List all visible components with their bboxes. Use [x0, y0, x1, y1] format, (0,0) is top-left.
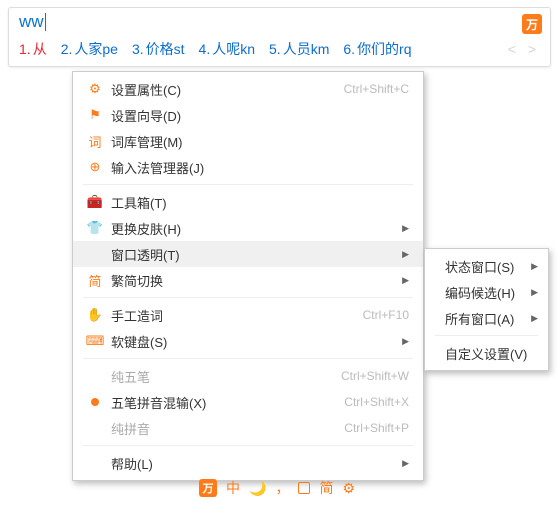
toolbar-settings-icon[interactable]: ⚙: [342, 480, 355, 497]
submenu-arrow-icon: [531, 312, 538, 324]
menu-set-attributes[interactable]: ⚙ 设置属性(C) Ctrl+Shift+C: [73, 76, 423, 102]
ime-bar: ww 万 1.从 2.人家pe 3.价格st 4.人呢kn 5.人员km 6.你…: [8, 7, 551, 67]
globe-icon: ⊕: [85, 159, 105, 175]
menu-ime-manager[interactable]: ⊕ 输入法管理器(J): [73, 154, 423, 180]
context-menu: ⚙ 设置属性(C) Ctrl+Shift+C ⚑ 设置向导(D) 词 词库管理(…: [72, 71, 424, 481]
ime-logo-icon: 万: [522, 14, 542, 34]
toolbar-square-icon[interactable]: [298, 482, 310, 494]
submenu-status-window[interactable]: 状态窗口(S): [425, 253, 548, 279]
submenu-all-windows[interactable]: 所有窗口(A): [425, 305, 548, 331]
menu-wubi-pinyin-mix[interactable]: 五笔拼音混输(X) Ctrl+Shift+X: [73, 389, 423, 415]
separator: [83, 297, 413, 298]
jian-icon: 简: [85, 271, 105, 290]
keyboard-icon: ⌨: [85, 333, 105, 349]
menu-soft-keyboard[interactable]: ⌨ 软键盘(S): [73, 328, 423, 354]
toolbar-moon-icon[interactable]: 🌙: [249, 480, 266, 497]
gear-icon: ⚙: [85, 81, 105, 97]
menu-dictionary[interactable]: 词 词库管理(M): [73, 128, 423, 154]
candidate-pager[interactable]: < >: [508, 41, 540, 57]
menu-pure-pinyin[interactable]: 纯拼音 Ctrl+Shift+P: [73, 415, 423, 441]
transparency-submenu: 状态窗口(S) 编码候选(H) 所有窗口(A) 自定义设置(V): [424, 248, 549, 371]
separator: [435, 335, 538, 336]
separator: [83, 445, 413, 446]
submenu-arrow-icon: [402, 274, 409, 286]
separator: [83, 358, 413, 359]
submenu-coded-candidates[interactable]: 编码候选(H): [425, 279, 548, 305]
submenu-arrow-icon: [531, 286, 538, 298]
menu-window-transparent[interactable]: 窗口透明(T): [73, 241, 423, 267]
candidate-5[interactable]: 5.人员km: [269, 39, 329, 59]
bullet-icon: [85, 398, 105, 406]
candidate-1[interactable]: 1.从: [19, 39, 47, 59]
submenu-arrow-icon: [402, 457, 409, 469]
menu-toolbox[interactable]: 🧰 工具箱(T): [73, 189, 423, 215]
menu-pure-wubi[interactable]: 纯五笔 Ctrl+Shift+W: [73, 363, 423, 389]
flag-icon: ⚑: [85, 107, 105, 123]
submenu-arrow-icon: [402, 335, 409, 347]
text-caret: [45, 13, 46, 31]
menu-help[interactable]: 帮助(L): [73, 450, 423, 476]
toolbar-jianti-icon[interactable]: 简: [319, 478, 333, 498]
menu-setup-wizard[interactable]: ⚑ 设置向导(D): [73, 102, 423, 128]
candidate-list: 1.从 2.人家pe 3.价格st 4.人呢kn 5.人员km 6.你们的rq …: [9, 34, 550, 66]
toolbar-punctuation-icon[interactable]: ，: [275, 478, 289, 498]
ime-toolbar[interactable]: 万 中 🌙 ， 简 ⚙: [199, 478, 355, 498]
candidate-6[interactable]: 6.你们的rq: [343, 39, 411, 59]
submenu-arrow-icon: [531, 260, 538, 272]
toolbox-icon: 🧰: [85, 194, 105, 210]
menu-change-skin[interactable]: 👕 更换皮肤(H): [73, 215, 423, 241]
submenu-custom-settings[interactable]: 自定义设置(V): [425, 340, 548, 366]
toolbar-cn-mode[interactable]: 中: [226, 478, 240, 498]
ime-input-row: ww: [9, 8, 550, 34]
shirt-icon: 👕: [85, 220, 105, 236]
submenu-arrow-icon: [402, 248, 409, 260]
hand-icon: ✋: [85, 307, 105, 323]
submenu-arrow-icon: [402, 222, 409, 234]
separator: [83, 184, 413, 185]
candidate-4[interactable]: 4.人呢kn: [199, 39, 255, 59]
candidate-3[interactable]: 3.价格st: [132, 39, 185, 59]
menu-trad-simp[interactable]: 简 繁简切换: [73, 267, 423, 293]
dictionary-icon: 词: [85, 132, 105, 151]
toolbar-logo-icon[interactable]: 万: [199, 479, 217, 497]
menu-manual-word[interactable]: ✋ 手工造词 Ctrl+F10: [73, 302, 423, 328]
ime-composition: ww: [19, 12, 44, 32]
candidate-2[interactable]: 2.人家pe: [61, 39, 118, 59]
